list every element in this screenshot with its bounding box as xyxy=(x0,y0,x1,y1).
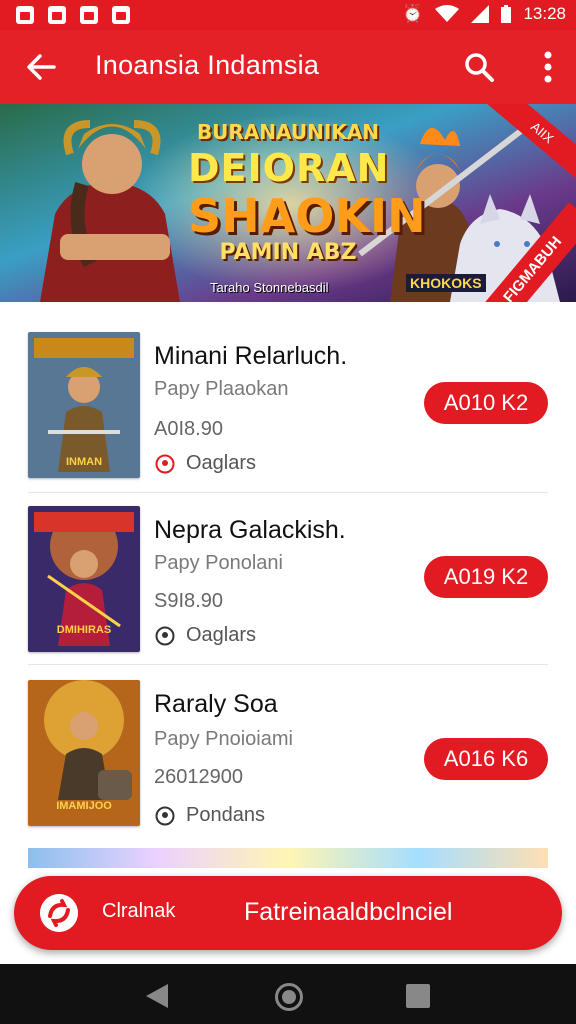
nav-back-icon[interactable] xyxy=(146,984,168,1008)
item-location-label: Oaglars xyxy=(186,452,257,474)
next-item-peek xyxy=(28,848,548,868)
banner-chip: KHOKOKS xyxy=(406,274,486,292)
item-thumb-caption: IMAMIJOO xyxy=(56,800,112,812)
item-subtitle: Papy Plaaokan xyxy=(154,378,289,400)
item-price-button[interactable]: A016 K6 xyxy=(424,738,548,780)
wifi-icon xyxy=(435,5,460,22)
item-name: Nepra Galackish. xyxy=(154,516,346,544)
location-pin-icon xyxy=(155,806,175,825)
more-vert-icon[interactable] xyxy=(542,50,554,84)
item-price-button[interactable]: A019 K2 xyxy=(424,556,548,598)
app-notification-icon xyxy=(112,6,130,24)
item-location: Oaglars xyxy=(154,452,256,475)
item-price: A0I8.90 xyxy=(154,418,223,440)
list-item[interactable]: IMAMIJOO Raraly Soa Papy Pnoioiami 26012… xyxy=(0,648,576,826)
signal-icon xyxy=(471,5,490,23)
item-name: Raraly Soa xyxy=(154,690,278,718)
item-subtitle: Papy Ponolani xyxy=(154,552,283,574)
refresh-icon xyxy=(40,894,78,932)
bottom-cta-button[interactable]: Clralnak Fatreinaaldbclnciel xyxy=(14,876,562,950)
item-price: 26012900 xyxy=(154,766,243,788)
battery-icon xyxy=(501,5,512,23)
item-price-button[interactable]: A010 K2 xyxy=(424,382,548,424)
item-thumb-caption: DMIHIRAS xyxy=(56,624,112,636)
banner-subtitle: Taraho Stonnebasdil xyxy=(210,280,329,295)
item-location: Oaglars xyxy=(154,624,256,647)
banner-headline-2: DEIORAN xyxy=(188,146,390,190)
item-thumbnail: INMAN xyxy=(28,332,140,478)
status-bar: ⏰ 13:28 xyxy=(0,0,576,30)
location-pin-icon xyxy=(155,454,175,473)
cta-left-label: Clralnak xyxy=(102,900,176,922)
gallery-notification-icon xyxy=(16,6,34,24)
banner-headline-3: SHAOKIN xyxy=(188,189,426,243)
system-status: ⏰ 13:28 xyxy=(402,4,566,24)
banner-headline-1: BURANAUNIKAN xyxy=(196,120,380,144)
item-price: S9I8.90 xyxy=(154,590,223,612)
cta-right-label: Fatreinaaldbclnciel xyxy=(244,898,453,926)
alarm-icon: ⏰ xyxy=(402,4,424,23)
item-thumb-caption: INMAN xyxy=(65,456,103,468)
item-thumbnail: IMAMIJOO xyxy=(28,680,140,826)
page-title: Inoansia Indamsia xyxy=(95,50,320,80)
list-item[interactable]: INMAN Minani Relarluch. Papy Plaaokan A0… xyxy=(0,302,576,493)
shop-notification-icon xyxy=(80,6,98,24)
notification-icons xyxy=(16,6,130,24)
item-location-label: Pondans xyxy=(186,804,265,826)
item-location: Pondans xyxy=(154,804,265,827)
item-subtitle: Papy Pnoioiami xyxy=(154,728,293,750)
image-notification-icon xyxy=(48,6,66,24)
item-name: Minani Relarluch. xyxy=(154,342,348,370)
app-bar: Inoansia Indamsia xyxy=(0,30,576,104)
item-thumbnail: DMIHIRAS xyxy=(28,506,140,652)
item-location-label: Oaglars xyxy=(186,624,257,646)
status-time: 13:28 xyxy=(523,4,566,23)
back-arrow-icon[interactable] xyxy=(24,50,58,84)
system-nav-bar xyxy=(0,964,576,1024)
promo-banner[interactable]: BURANAUNIKAN DEIORAN SHAOKIN PAMIN ABZ T… xyxy=(0,104,576,302)
nav-home-icon[interactable] xyxy=(275,983,303,1011)
banner-headline-4: PAMIN ABZ xyxy=(219,240,357,265)
location-pin-icon xyxy=(155,626,175,645)
search-icon[interactable] xyxy=(464,52,494,82)
nav-recents-icon[interactable] xyxy=(406,984,430,1008)
list-item[interactable]: DMIHIRAS Nepra Galackish. Papy Ponolani … xyxy=(0,476,576,665)
